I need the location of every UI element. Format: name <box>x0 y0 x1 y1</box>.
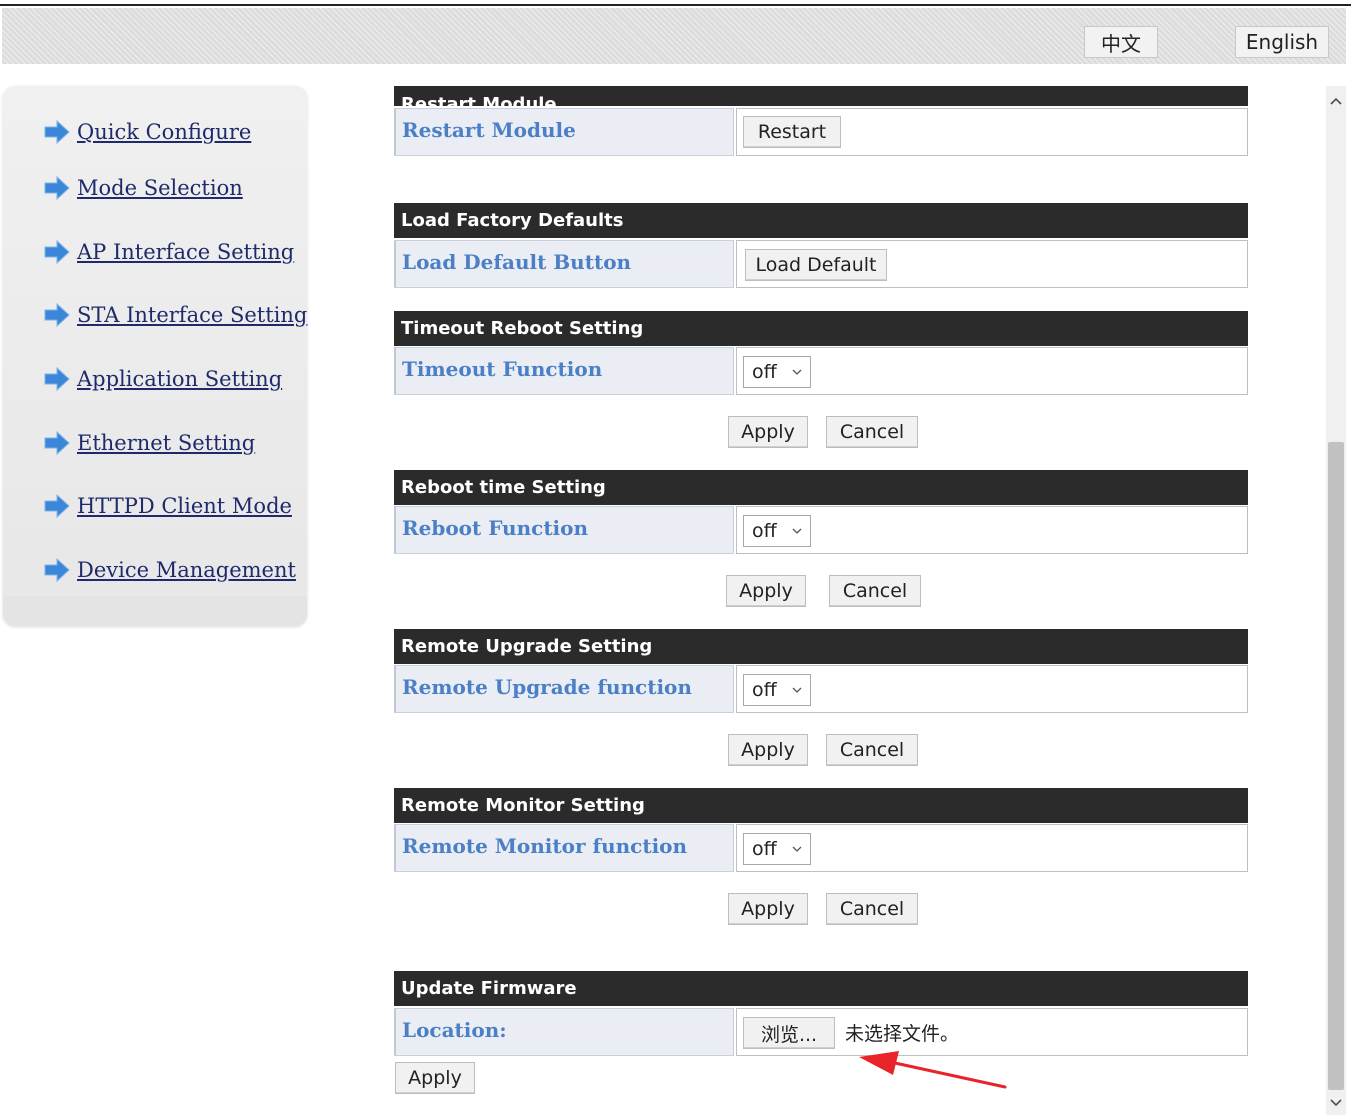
load-default-value-cell: Load Default <box>736 240 1248 288</box>
annotation-arrow-icon <box>859 1051 1007 1089</box>
remote-monitor-cancel-button[interactable]: Cancel <box>826 893 918 925</box>
sidebar-item-sta-interface[interactable]: STA Interface Setting <box>43 303 307 327</box>
sidebar-item-label[interactable]: Quick Configure <box>77 120 251 144</box>
restart-module-label: Restart Module <box>394 108 734 156</box>
sidebar-item-label[interactable]: HTTPD Client Mode <box>77 494 292 518</box>
top-bar: 中文 English <box>2 8 1346 64</box>
arrow-right-icon <box>44 367 70 391</box>
scrollbar-thumb[interactable] <box>1328 442 1344 1090</box>
restart-button[interactable]: Restart <box>743 116 841 148</box>
sidebar-item-device-management[interactable]: Device Management <box>43 558 296 582</box>
restart-module-row: Restart Module Restart <box>394 108 1248 156</box>
arrow-right-icon <box>44 431 70 455</box>
sidebar-item-ethernet[interactable]: Ethernet Setting <box>43 431 255 455</box>
sidebar-item-label[interactable]: Application Setting <box>77 367 282 391</box>
sidebar-item-label[interactable]: Mode Selection <box>77 176 243 200</box>
sidebar-item-label[interactable]: Device Management <box>77 558 296 582</box>
sidebar-footer <box>3 596 307 626</box>
sidebar-nav: Quick Configure Mode Selection AP Interf… <box>3 86 307 626</box>
timeout-function-value-cell: off <box>736 347 1248 395</box>
window-top-border <box>0 0 1351 6</box>
remote-monitor-value-cell: off <box>736 824 1248 872</box>
chevron-down-icon <box>792 369 802 375</box>
remote-upgrade-select[interactable]: off <box>743 674 811 706</box>
chevron-down-icon <box>792 687 802 693</box>
restart-module-value-cell: Restart <box>736 108 1248 156</box>
timeout-apply-button[interactable]: Apply <box>728 416 808 448</box>
load-default-button[interactable]: Load Default <box>745 249 887 281</box>
sidebar-item-httpd-client[interactable]: HTTPD Client Mode <box>43 494 292 518</box>
remote-upgrade-apply-button[interactable]: Apply <box>728 734 808 766</box>
file-status-text: 未选择文件。 <box>845 1023 960 1045</box>
remote-monitor-row: Remote Monitor function off <box>394 824 1248 872</box>
english-language-button[interactable]: English <box>1235 26 1329 58</box>
arrow-right-icon <box>44 494 70 518</box>
firmware-location-label: Location: <box>394 1008 734 1056</box>
remote-monitor-apply-button[interactable]: Apply <box>728 893 808 925</box>
timeout-reboot-header: Timeout Reboot Setting <box>394 311 1248 346</box>
timeout-cancel-button[interactable]: Cancel <box>826 416 918 448</box>
sidebar-item-label[interactable]: Ethernet Setting <box>77 431 255 455</box>
load-factory-defaults-header: Load Factory Defaults <box>394 203 1248 238</box>
reboot-function-label: Reboot Function <box>394 506 734 554</box>
sidebar-item-label[interactable]: STA Interface Setting <box>77 303 307 327</box>
restart-module-header: Restart Module <box>394 86 1248 106</box>
scroll-up-icon[interactable] <box>1329 96 1343 106</box>
select-value: off <box>752 520 777 542</box>
arrow-right-icon <box>44 558 70 582</box>
chinese-language-button[interactable]: 中文 <box>1084 26 1158 58</box>
section-title: Restart Module <box>401 94 557 107</box>
reboot-function-row: Reboot Function off <box>394 506 1248 554</box>
sidebar-item-mode-selection[interactable]: Mode Selection <box>43 176 243 200</box>
firmware-location-row: Location: 浏览... 未选择文件。 <box>394 1008 1248 1056</box>
arrow-right-icon <box>44 240 70 264</box>
vertical-scrollbar[interactable] <box>1326 86 1346 1115</box>
scroll-down-icon[interactable] <box>1329 1098 1343 1108</box>
timeout-function-select[interactable]: off <box>743 356 811 388</box>
remote-upgrade-value-cell: off <box>736 665 1248 713</box>
chevron-down-icon <box>792 846 802 852</box>
sidebar-item-ap-interface[interactable]: AP Interface Setting <box>43 240 294 264</box>
arrow-right-icon <box>44 176 70 200</box>
arrow-right-icon <box>44 303 70 327</box>
sidebar-item-application[interactable]: Application Setting <box>43 367 282 391</box>
reboot-function-value-cell: off <box>736 506 1248 554</box>
timeout-function-row: Timeout Function off <box>394 347 1248 395</box>
sidebar-item-quick-configure[interactable]: Quick Configure <box>43 120 251 144</box>
firmware-apply-button[interactable]: Apply <box>395 1062 475 1094</box>
chevron-down-icon <box>792 528 802 534</box>
remote-monitor-select[interactable]: off <box>743 833 811 865</box>
reboot-time-header: Reboot time Setting <box>394 470 1248 505</box>
select-value: off <box>752 838 777 860</box>
update-firmware-header: Update Firmware <box>394 971 1248 1006</box>
remote-upgrade-row: Remote Upgrade function off <box>394 665 1248 713</box>
reboot-apply-button[interactable]: Apply <box>726 575 806 607</box>
reboot-function-select[interactable]: off <box>743 515 811 547</box>
reboot-cancel-button[interactable]: Cancel <box>829 575 921 607</box>
remote-upgrade-label: Remote Upgrade function <box>394 665 734 713</box>
remote-monitor-label: Remote Monitor function <box>394 824 734 872</box>
load-default-label: Load Default Button <box>394 240 734 288</box>
select-value: off <box>752 361 777 383</box>
remote-upgrade-cancel-button[interactable]: Cancel <box>826 734 918 766</box>
sidebar-item-label[interactable]: AP Interface Setting <box>77 240 294 264</box>
remote-monitor-header: Remote Monitor Setting <box>394 788 1248 823</box>
select-value: off <box>752 679 777 701</box>
load-default-row: Load Default Button Load Default <box>394 240 1248 288</box>
browse-file-button[interactable]: 浏览... <box>743 1017 835 1049</box>
timeout-function-label: Timeout Function <box>394 347 734 395</box>
remote-upgrade-header: Remote Upgrade Setting <box>394 629 1248 664</box>
arrow-right-icon <box>44 120 70 144</box>
